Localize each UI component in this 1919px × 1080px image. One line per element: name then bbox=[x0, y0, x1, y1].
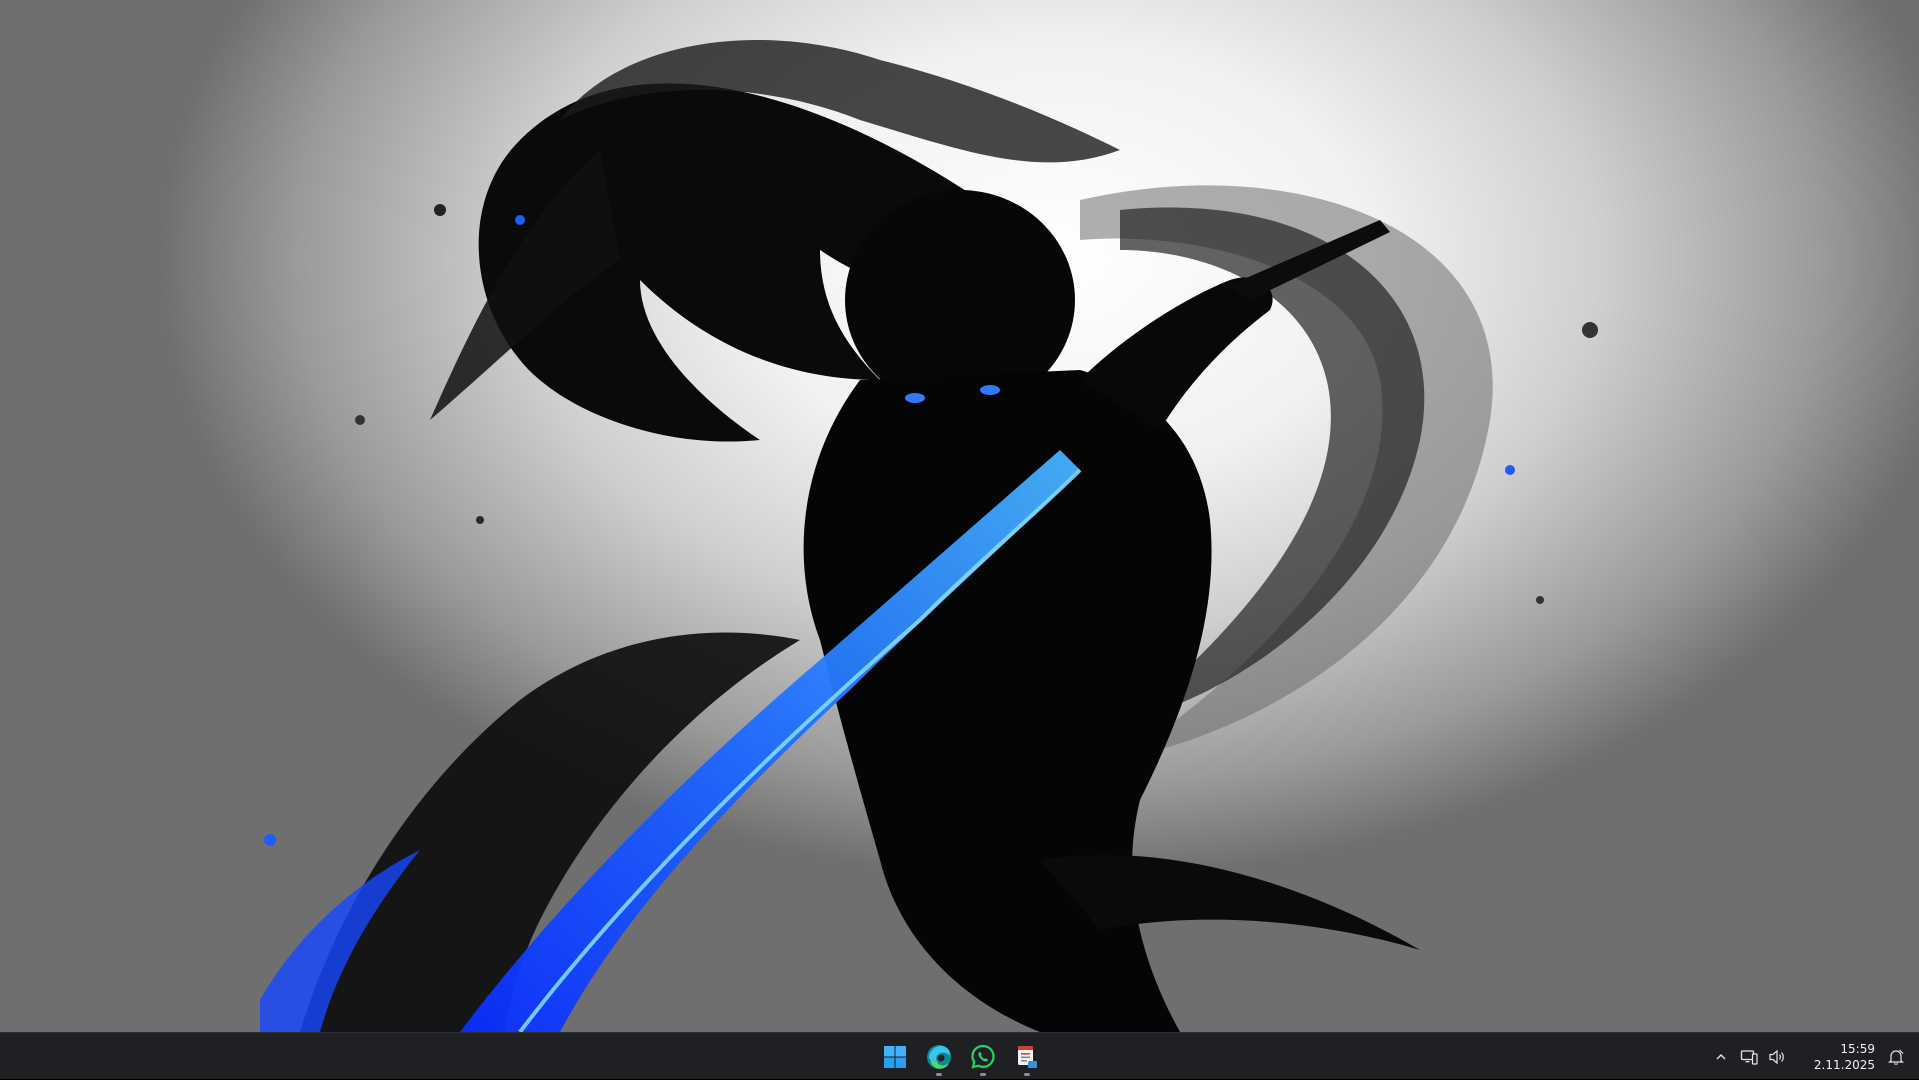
whatsapp-running-indicator bbox=[980, 1072, 986, 1076]
chevron-up-icon bbox=[1716, 1053, 1726, 1059]
desktop-wallpaper bbox=[0, 0, 1919, 1032]
network-icon bbox=[1740, 1049, 1758, 1065]
app-running-indicator bbox=[1024, 1072, 1030, 1076]
clock-button[interactable]: 15:59 2.11.2025 bbox=[1797, 1037, 1881, 1077]
network-button[interactable] bbox=[1736, 1041, 1762, 1073]
edge-button[interactable] bbox=[917, 1037, 961, 1077]
whatsapp-icon bbox=[971, 1044, 995, 1068]
volume-button[interactable] bbox=[1764, 1041, 1790, 1073]
taskbar: 15:59 2.11.2025 bbox=[0, 1032, 1919, 1079]
clock-time: 15:59 bbox=[1840, 1041, 1875, 1056]
notification-bell-icon bbox=[1888, 1049, 1904, 1065]
whatsapp-button[interactable] bbox=[961, 1037, 1005, 1077]
edge-icon bbox=[927, 1044, 951, 1069]
speaker-icon bbox=[1769, 1049, 1784, 1064]
app-button[interactable] bbox=[1005, 1037, 1049, 1077]
app-document-icon bbox=[1018, 1045, 1037, 1068]
taskbar-pinned-apps bbox=[873, 1033, 1049, 1080]
edge-running-indicator bbox=[936, 1072, 942, 1076]
system-tray: 15:59 2.11.2025 bbox=[1707, 1033, 1919, 1080]
windows-logo-icon bbox=[884, 1045, 906, 1068]
clock-date: 2.11.2025 bbox=[1813, 1057, 1875, 1072]
notifications-button[interactable] bbox=[1881, 1037, 1911, 1077]
show-hidden-icons-button[interactable] bbox=[1708, 1041, 1734, 1073]
wallpaper-artwork bbox=[260, 40, 1598, 1032]
start-button[interactable] bbox=[873, 1037, 917, 1077]
